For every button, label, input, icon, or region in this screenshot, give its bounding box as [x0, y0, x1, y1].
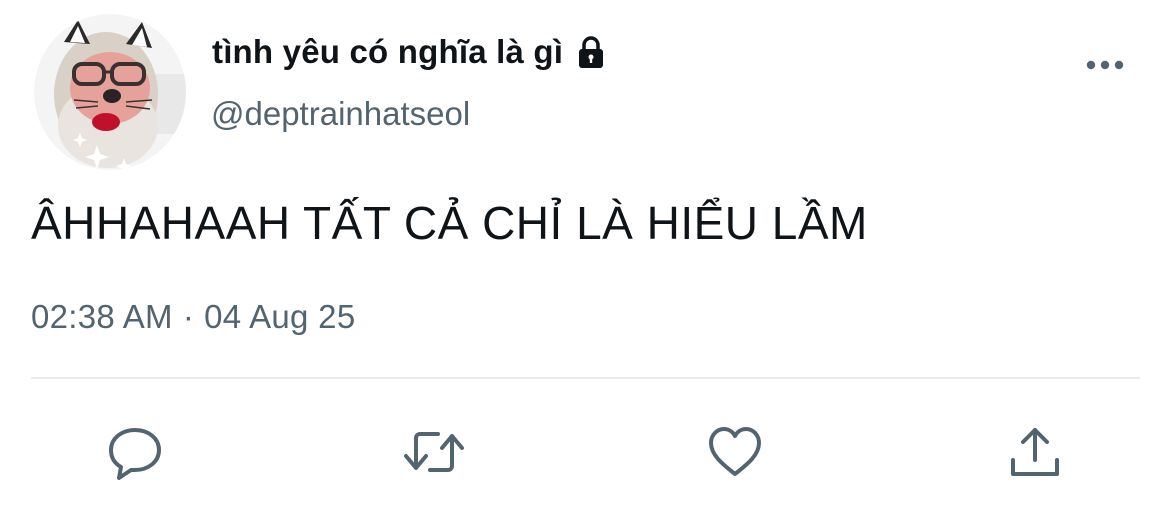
- retweet-button[interactable]: [402, 420, 466, 484]
- like-button[interactable]: [703, 420, 767, 484]
- more-options-button[interactable]: [1082, 50, 1128, 80]
- user-handle[interactable]: @deptrainhatseol: [211, 95, 470, 133]
- display-name-row: tình yêu có nghĩa là gì: [212, 28, 609, 76]
- more-dots-icon: [1086, 60, 1124, 70]
- share-button[interactable]: [1003, 420, 1067, 484]
- lock-icon: [579, 36, 604, 68]
- timestamp-separator: ·: [182, 298, 195, 335]
- tweet-time[interactable]: 02:38 AM: [31, 298, 173, 336]
- divider: [31, 377, 1140, 379]
- avatar[interactable]: [34, 14, 186, 170]
- retweet-icon: [404, 432, 464, 472]
- tweet-date[interactable]: 04 Aug 25: [204, 298, 355, 336]
- heart-icon: [709, 427, 761, 476]
- avatar-image: [34, 14, 186, 170]
- share-icon: [1011, 428, 1059, 476]
- tweet-card: tình yêu có nghĩa là gì @deptrainhatseol…: [0, 0, 1170, 522]
- reply-button[interactable]: [103, 420, 167, 484]
- reply-icon: [109, 428, 161, 480]
- timestamp-row: 02:38 AM · 04 Aug 25: [31, 298, 355, 336]
- tweet-text: ÂHHAHAAH TẤT CẢ CHỈ LÀ HIỂU LẦM: [31, 197, 868, 249]
- display-name[interactable]: tình yêu có nghĩa là gì: [212, 33, 563, 71]
